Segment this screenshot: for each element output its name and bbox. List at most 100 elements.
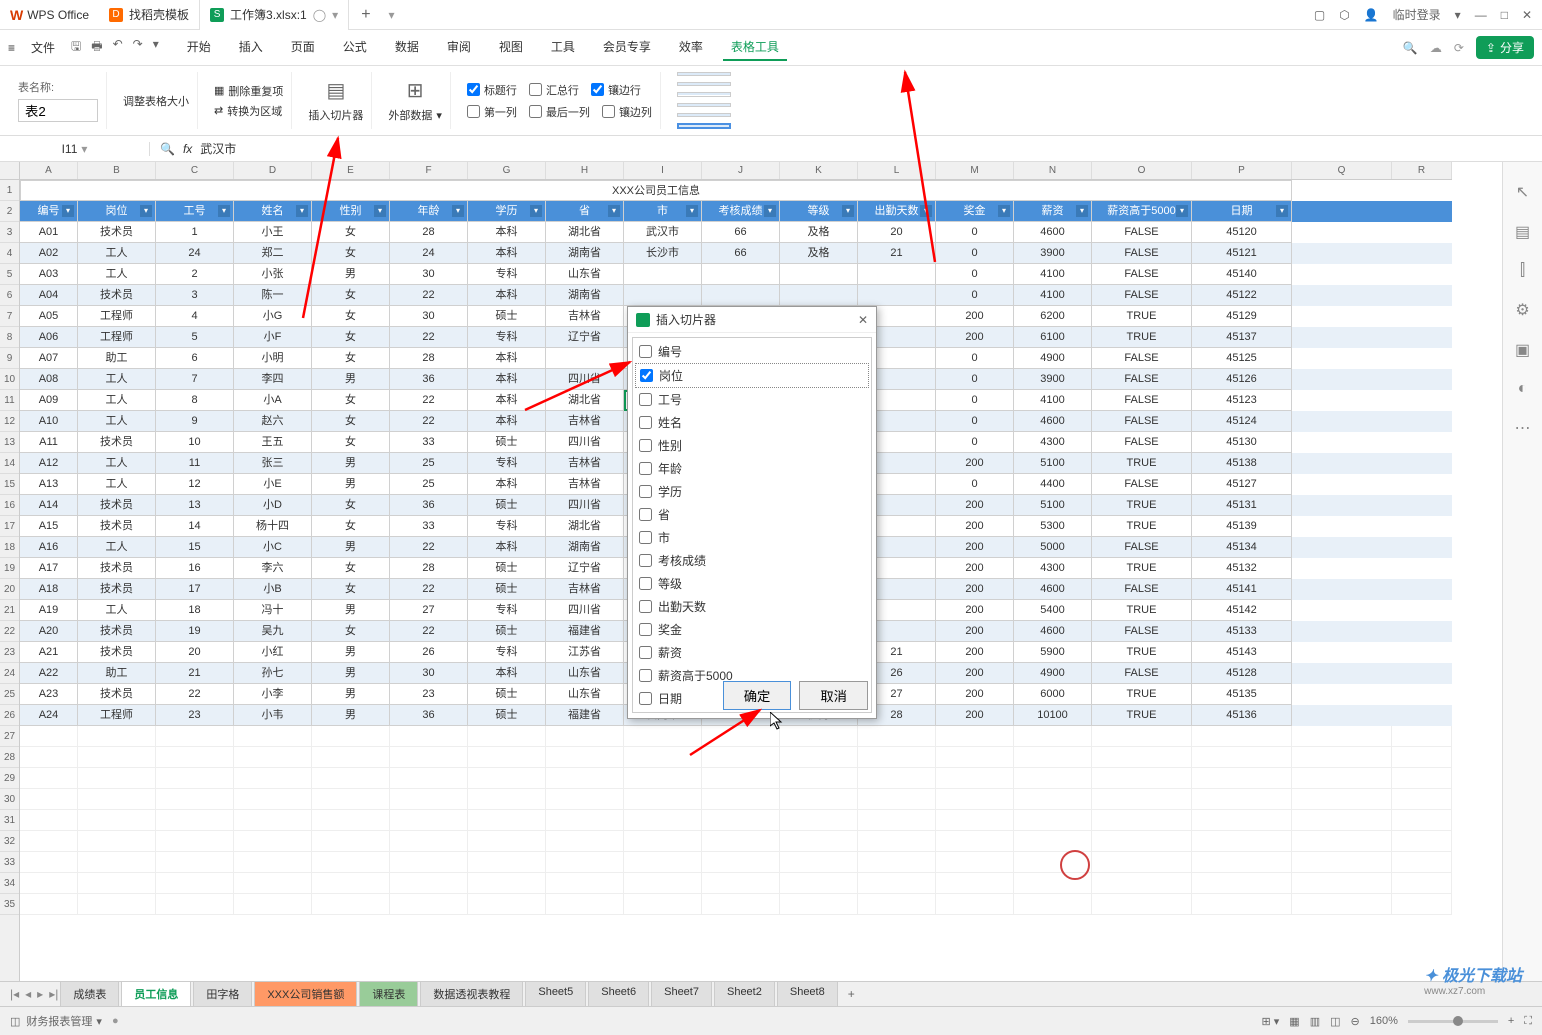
empty-cell[interactable] [1292, 831, 1392, 852]
table-cell[interactable]: 杨十四 [234, 516, 312, 537]
table-cell[interactable]: A07 [20, 348, 78, 369]
table-cell[interactable]: 0 [936, 264, 1014, 285]
table-header-cell[interactable]: 考核成绩▾ [702, 201, 780, 222]
empty-cell[interactable] [624, 873, 702, 894]
empty-cell[interactable] [780, 852, 858, 873]
table-cell[interactable]: 工人 [78, 600, 156, 621]
table-cell[interactable]: 45143 [1192, 642, 1292, 663]
table-cell[interactable]: 福建省 [546, 621, 624, 642]
table-cell[interactable]: 工程师 [78, 705, 156, 726]
table-cell[interactable]: 硕士 [468, 579, 546, 600]
table-cell[interactable]: 200 [936, 663, 1014, 684]
empty-cell[interactable] [1192, 768, 1292, 789]
table-cell[interactable]: 45136 [1192, 705, 1292, 726]
table-cell[interactable]: 13 [156, 495, 234, 516]
row-header[interactable]: 6 [0, 285, 19, 306]
empty-cell[interactable] [624, 789, 702, 810]
table-cell[interactable]: 男 [312, 642, 390, 663]
menu-tab[interactable]: 效率 [671, 34, 711, 61]
empty-cell[interactable] [78, 852, 156, 873]
slicer-field-item[interactable]: 姓名 [635, 411, 869, 434]
table-cell[interactable]: 21 [156, 663, 234, 684]
tab-template[interactable]: D 找稻壳模板 [99, 0, 200, 30]
table-cell[interactable] [624, 264, 702, 285]
row-header[interactable]: 7 [0, 306, 19, 327]
slicer-field-item[interactable]: 奖金 [635, 618, 869, 641]
empty-cell[interactable] [234, 831, 312, 852]
empty-cell[interactable] [936, 768, 1014, 789]
table-cell[interactable]: 长沙市 [624, 243, 702, 264]
style-panel-icon[interactable]: ▤ [1515, 222, 1530, 242]
table-cell[interactable]: 26 [390, 642, 468, 663]
table-cell[interactable] [780, 285, 858, 306]
table-cell[interactable]: TRUE [1092, 516, 1192, 537]
table-cell[interactable]: A03 [20, 264, 78, 285]
table-cell[interactable]: 6 [156, 348, 234, 369]
empty-cell[interactable] [20, 852, 78, 873]
table-cell[interactable]: TRUE [1092, 705, 1192, 726]
empty-cell[interactable] [702, 726, 780, 747]
menu-tab[interactable]: 公式 [335, 34, 375, 61]
table-cell[interactable]: 45133 [1192, 621, 1292, 642]
table-cell[interactable]: FALSE [1092, 285, 1192, 306]
empty-cell[interactable] [1392, 726, 1452, 747]
history-panel-icon[interactable]: ▣ [1515, 340, 1530, 360]
table-cell[interactable]: 45123 [1192, 390, 1292, 411]
table-cell[interactable]: 及格 [780, 222, 858, 243]
empty-cell[interactable] [1014, 894, 1092, 915]
table-cell[interactable]: 湖北省 [546, 516, 624, 537]
empty-cell[interactable] [1292, 789, 1392, 810]
table-cell[interactable]: 4400 [1014, 474, 1092, 495]
sheet-tab[interactable]: 田字格 [193, 981, 252, 1007]
empty-cell[interactable] [1392, 873, 1452, 894]
table-cell[interactable]: 5 [156, 327, 234, 348]
row-header[interactable]: 24 [0, 663, 19, 684]
column-header[interactable]: R [1392, 162, 1452, 179]
table-cell[interactable]: 200 [936, 327, 1014, 348]
table-cell[interactable]: 女 [312, 390, 390, 411]
table-cell[interactable]: 硕士 [468, 621, 546, 642]
table-cell[interactable]: 吉林省 [546, 453, 624, 474]
table-cell[interactable]: 0 [936, 369, 1014, 390]
search-icon[interactable]: 🔍 [1403, 41, 1418, 55]
empty-cell[interactable] [546, 789, 624, 810]
menu-hamburger-icon[interactable]: ≡ [8, 41, 15, 55]
table-style-5[interactable] [677, 113, 731, 117]
check-title-row[interactable]: 标题行 [467, 82, 517, 98]
empty-cell[interactable] [1392, 810, 1452, 831]
empty-cell[interactable] [1192, 747, 1292, 768]
empty-cell[interactable] [468, 831, 546, 852]
table-cell[interactable]: 20 [858, 222, 936, 243]
table-header-cell[interactable]: 出勤天数▾ [858, 201, 936, 222]
slicer-field-checkbox[interactable] [639, 646, 652, 659]
empty-cell[interactable] [156, 873, 234, 894]
table-cell[interactable]: 3900 [1014, 243, 1092, 264]
table-cell[interactable]: 工人 [78, 474, 156, 495]
table-cell[interactable]: 4600 [1014, 222, 1092, 243]
table-cell[interactable]: FALSE [1092, 390, 1192, 411]
empty-cell[interactable] [234, 894, 312, 915]
menu-tab[interactable]: 审阅 [439, 34, 479, 61]
tab-extra-icon[interactable]: ◯ [313, 8, 326, 22]
table-cell[interactable]: 小A [234, 390, 312, 411]
table-cell[interactable]: TRUE [1092, 600, 1192, 621]
slicer-field-checkbox[interactable] [639, 554, 652, 567]
table-cell[interactable]: 18 [156, 600, 234, 621]
table-cell[interactable]: 女 [312, 348, 390, 369]
empty-cell[interactable] [1014, 726, 1092, 747]
empty-cell[interactable] [390, 768, 468, 789]
empty-cell[interactable] [468, 726, 546, 747]
zoom-icon[interactable]: 🔍 [160, 142, 175, 156]
table-cell[interactable]: A12 [20, 453, 78, 474]
view-page-icon[interactable]: ▥ [1310, 1015, 1320, 1028]
slicer-field-item[interactable]: 岗位 [635, 363, 869, 388]
table-cell[interactable]: 200 [936, 306, 1014, 327]
empty-cell[interactable] [312, 873, 390, 894]
empty-cell[interactable] [312, 894, 390, 915]
slicer-field-checkbox[interactable] [639, 623, 652, 636]
slicer-field-item[interactable]: 市 [635, 526, 869, 549]
row-header[interactable]: 4 [0, 243, 19, 264]
status-menu-icon[interactable]: ◫ [10, 1015, 20, 1028]
column-header[interactable]: E [312, 162, 390, 179]
row-header[interactable]: 1 [0, 180, 19, 201]
